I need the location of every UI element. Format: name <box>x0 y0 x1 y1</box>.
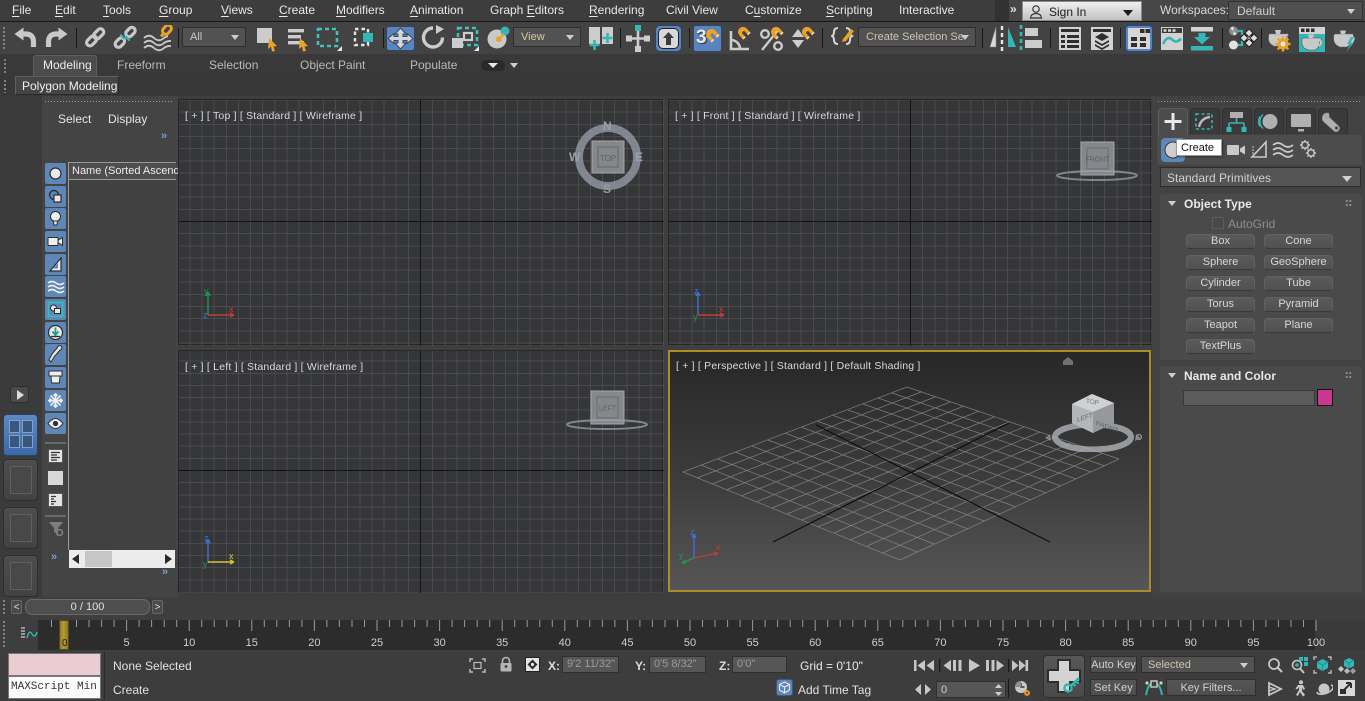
svg-text:80: 80 <box>1059 637 1071 649</box>
svg-text:y: y <box>679 550 684 560</box>
svg-text:25: 25 <box>371 637 383 649</box>
svg-text:10: 10 <box>183 637 195 649</box>
svg-text:5: 5 <box>124 637 130 649</box>
svg-text:55: 55 <box>746 637 758 649</box>
svg-text:x: x <box>229 304 234 314</box>
svg-text:FRONT: FRONT <box>1085 157 1110 164</box>
svg-text:100: 100 <box>1307 637 1325 649</box>
svg-text:x: x <box>229 551 234 561</box>
svg-text:x: x <box>716 542 721 552</box>
svg-text:70: 70 <box>934 637 946 649</box>
svg-text:65: 65 <box>872 637 884 649</box>
svg-text:60: 60 <box>809 637 821 649</box>
svg-text:50: 50 <box>684 637 696 649</box>
svg-text:35: 35 <box>496 637 508 649</box>
svg-text:15: 15 <box>246 637 258 649</box>
svg-text:95: 95 <box>1247 637 1259 649</box>
svg-text:z: z <box>690 527 695 537</box>
svg-text:y: y <box>203 559 208 569</box>
svg-text:z: z <box>203 310 208 320</box>
svg-text:x: x <box>719 304 724 314</box>
svg-text:75: 75 <box>997 637 1009 649</box>
svg-text:y: y <box>204 286 209 296</box>
svg-text:TOP: TOP <box>600 154 616 163</box>
svg-text:45: 45 <box>621 637 633 649</box>
svg-text:90: 90 <box>1185 637 1197 649</box>
svg-text:20: 20 <box>308 637 320 649</box>
svg-text:30: 30 <box>433 637 445 649</box>
svg-text:z: z <box>694 286 699 296</box>
svg-text:85: 85 <box>1122 637 1134 649</box>
svg-text:z: z <box>204 533 209 543</box>
svg-text:LEFT: LEFT <box>599 406 617 413</box>
svg-text:y: y <box>693 312 698 322</box>
svg-text:40: 40 <box>559 637 571 649</box>
